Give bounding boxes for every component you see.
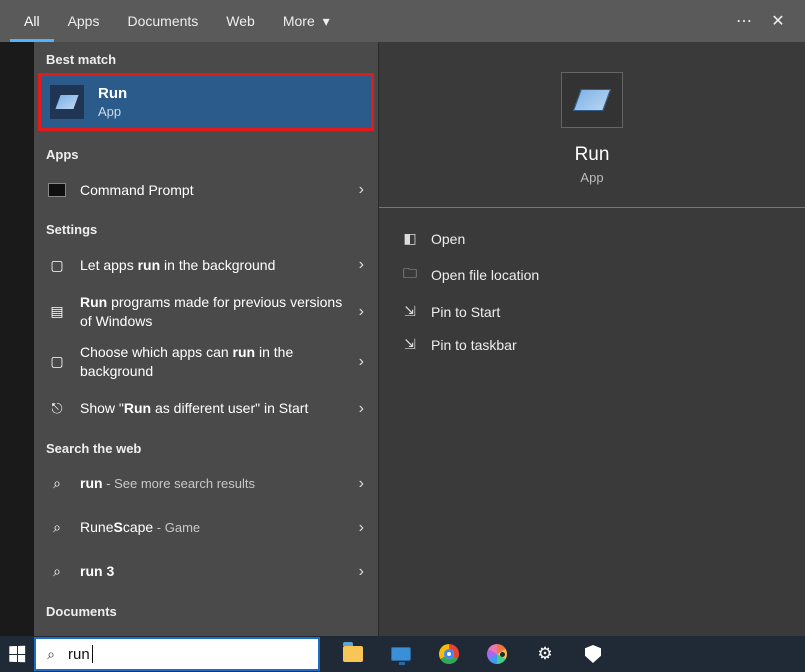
settings-icon: ▤ <box>46 301 68 323</box>
result-label: Run programs made for previous versions … <box>80 293 353 331</box>
chevron-right-icon[interactable]: › <box>353 353 370 371</box>
result-web-run[interactable]: ⌕ run - See more search results › <box>34 462 378 506</box>
action-label: Open <box>431 231 465 247</box>
section-best-match: Best match <box>34 42 378 73</box>
action-open-file-location[interactable]: 🗀 Open file location <box>385 255 799 295</box>
annotation-highlight <box>38 73 374 131</box>
results-column: Best match Run App Apps Command Prompt ›… <box>34 42 378 636</box>
settings-icon: ▢ <box>46 254 68 276</box>
result-label: Let apps run in the background <box>80 256 353 275</box>
search-icon: ⌕ <box>36 646 66 663</box>
tab-all[interactable]: All <box>10 0 54 42</box>
tab-apps[interactable]: Apps <box>54 0 114 42</box>
section-apps: Apps <box>34 137 378 168</box>
file-explorer-icon[interactable] <box>340 641 366 667</box>
search-input[interactable] <box>66 642 92 667</box>
open-icon: ◧ <box>399 230 421 247</box>
close-icon[interactable]: ✕ <box>761 11 795 31</box>
chevron-right-icon[interactable]: › <box>353 303 370 321</box>
this-pc-icon[interactable] <box>388 641 414 667</box>
search-results-body: Best match Run App Apps Command Prompt ›… <box>34 42 805 636</box>
result-doc-bootable-usb[interactable]: How to Run Bootable USB MSI (1500 › <box>34 625 378 636</box>
action-label: Open file location <box>431 267 539 283</box>
result-label: Choose which apps can run in the backgro… <box>80 343 353 381</box>
tab-more[interactable]: More ▾ <box>269 0 344 42</box>
detail-header: Run App <box>379 42 805 208</box>
result-label: run - See more search results <box>80 474 353 493</box>
best-match-run[interactable]: Run App <box>40 75 372 129</box>
text-cursor <box>92 645 93 663</box>
result-label: Command Prompt <box>80 182 194 198</box>
windows-logo-icon <box>9 646 25 662</box>
result-web-runescape[interactable]: ⌕ RuneScape - Game › <box>34 506 378 550</box>
chevron-right-icon[interactable]: › <box>353 181 370 199</box>
result-setting-run-as-different-user[interactable]: ⎋ Show "Run as different user" in Start … <box>34 387 378 431</box>
pin-icon: ⇲ <box>399 336 421 353</box>
start-button[interactable] <box>0 636 34 672</box>
settings-icon: ▢ <box>46 351 68 373</box>
tab-documents[interactable]: Documents <box>113 0 212 42</box>
taskbar: ⌕ ⚙ <box>0 636 805 672</box>
result-web-run3[interactable]: ⌕ run 3 › <box>34 550 378 594</box>
run-app-icon <box>50 85 84 119</box>
result-label: run 3 <box>80 562 353 581</box>
best-match-type: App <box>98 104 127 119</box>
best-match-title: Run <box>98 85 127 102</box>
chevron-right-icon[interactable]: › <box>353 563 370 581</box>
chrome-icon[interactable] <box>436 641 462 667</box>
result-setting-compatibility[interactable]: ▤ Run programs made for previous version… <box>34 287 378 337</box>
chevron-right-icon[interactable]: › <box>353 256 370 274</box>
action-pin-taskbar[interactable]: ⇲ Pin to taskbar <box>385 328 799 361</box>
search-icon: ⌕ <box>46 517 68 539</box>
folder-icon: 🗀 <box>399 263 421 287</box>
result-command-prompt[interactable]: Command Prompt › <box>34 168 378 212</box>
overflow-menu-icon[interactable]: ⋯ <box>727 11 761 31</box>
result-setting-choose-background-apps[interactable]: ▢ Choose which apps can run in the backg… <box>34 337 378 387</box>
detail-pane: Run App ◧ Open 🗀 Open file location ⇲ Pi… <box>378 42 805 636</box>
security-shield-icon[interactable] <box>580 641 606 667</box>
tab-more-label: More <box>283 13 315 29</box>
left-gutter <box>0 42 34 636</box>
search-filter-tabs: All Apps Documents Web More ▾ ⋯ ✕ <box>0 0 805 42</box>
detail-type: App <box>580 170 603 185</box>
chevron-right-icon[interactable]: › <box>353 400 370 418</box>
settings-icon: ⎋ <box>46 398 68 420</box>
action-open[interactable]: ◧ Open <box>385 222 799 255</box>
action-label: Pin to Start <box>431 304 500 320</box>
taskbar-search-box[interactable]: ⌕ <box>34 637 320 671</box>
section-settings: Settings <box>34 212 378 243</box>
chevron-right-icon[interactable]: › <box>353 475 370 493</box>
taskbar-pinned-apps: ⚙ <box>340 641 606 667</box>
search-icon: ⌕ <box>46 473 68 495</box>
tab-web[interactable]: Web <box>212 0 269 42</box>
paint-icon[interactable] <box>484 641 510 667</box>
result-setting-background-apps[interactable]: ▢ Let apps run in the background › <box>34 243 378 287</box>
result-label: RuneScape - Game <box>80 518 353 537</box>
pin-icon: ⇲ <box>399 303 421 320</box>
run-app-icon <box>561 72 623 128</box>
search-icon: ⌕ <box>46 561 68 583</box>
section-documents: Documents <box>34 594 378 625</box>
section-search-web: Search the web <box>34 431 378 462</box>
result-label: Show "Run as different user" in Start <box>80 399 353 418</box>
settings-gear-icon[interactable]: ⚙ <box>532 641 558 667</box>
action-label: Pin to taskbar <box>431 337 517 353</box>
detail-actions: ◧ Open 🗀 Open file location ⇲ Pin to Sta… <box>379 208 805 375</box>
command-prompt-icon <box>46 179 68 201</box>
chevron-down-icon: ▾ <box>323 13 330 29</box>
action-pin-start[interactable]: ⇲ Pin to Start <box>385 295 799 328</box>
chevron-right-icon[interactable]: › <box>353 519 370 537</box>
detail-title: Run <box>575 144 610 166</box>
